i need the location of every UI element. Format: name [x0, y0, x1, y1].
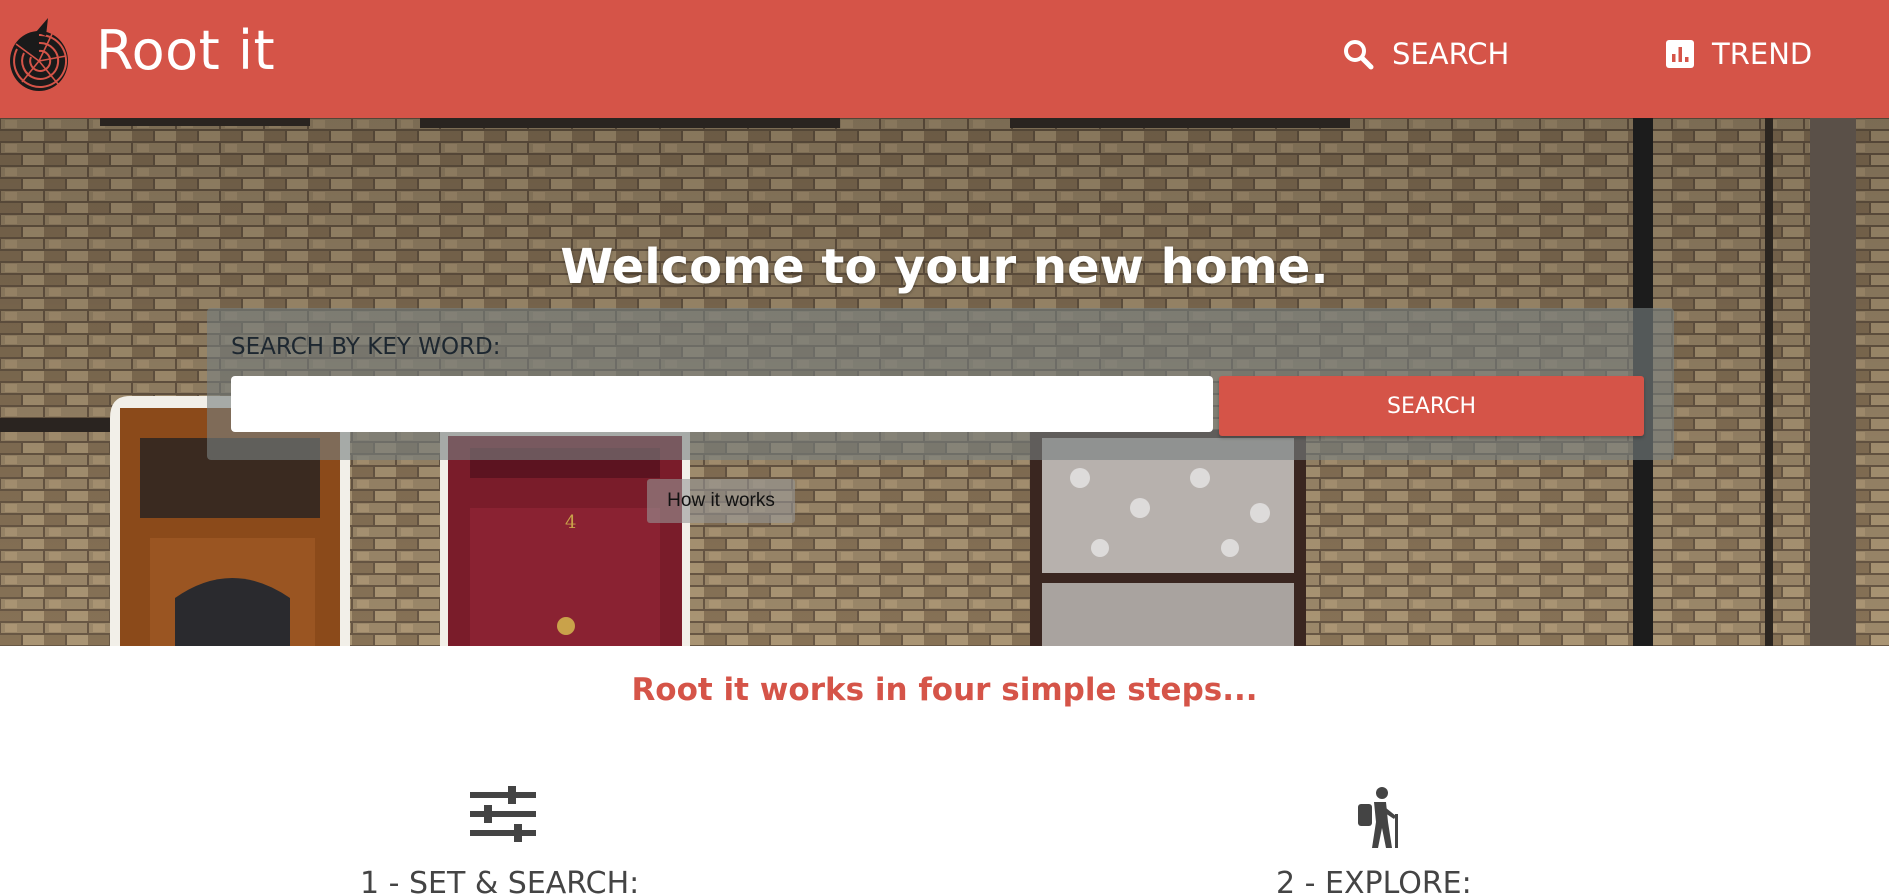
search-icon	[1342, 38, 1374, 70]
search-label: SEARCH BY KEY WORD:	[231, 334, 501, 360]
hiker-icon	[1358, 787, 1398, 848]
hero-title: Welcome to your new home.	[560, 239, 1329, 295]
nautilus-shell-icon[interactable]	[8, 16, 70, 94]
sliders-icon	[470, 786, 536, 842]
nav-search-label: SEARCH	[1392, 37, 1510, 71]
top-navbar: Root it SEARCH TREND	[0, 0, 1889, 118]
nav-search-link[interactable]: SEARCH	[1342, 36, 1509, 72]
nav-trend-label: TREND	[1712, 37, 1813, 71]
brand-name[interactable]: Root it	[96, 20, 275, 82]
nav-trend-link[interactable]: TREND	[1666, 36, 1812, 72]
step-1-label: 1 - SET & SEARCH:	[360, 866, 640, 895]
search-panel: SEARCH BY KEY WORD: SEARCH	[207, 308, 1674, 460]
search-button[interactable]: SEARCH	[1219, 376, 1644, 436]
keyword-search-input[interactable]	[231, 376, 1213, 432]
how-it-works-button[interactable]: How it works	[647, 479, 795, 523]
svg-text:4: 4	[565, 512, 576, 533]
step-2-label: 2 - EXPLORE:	[1276, 866, 1472, 895]
steps-title: Root it works in four simple steps...	[631, 672, 1258, 708]
bar-chart-icon	[1666, 40, 1694, 68]
hero-banner: 4 Welcome to your new home. SEARCH BY KE…	[0, 118, 1889, 646]
